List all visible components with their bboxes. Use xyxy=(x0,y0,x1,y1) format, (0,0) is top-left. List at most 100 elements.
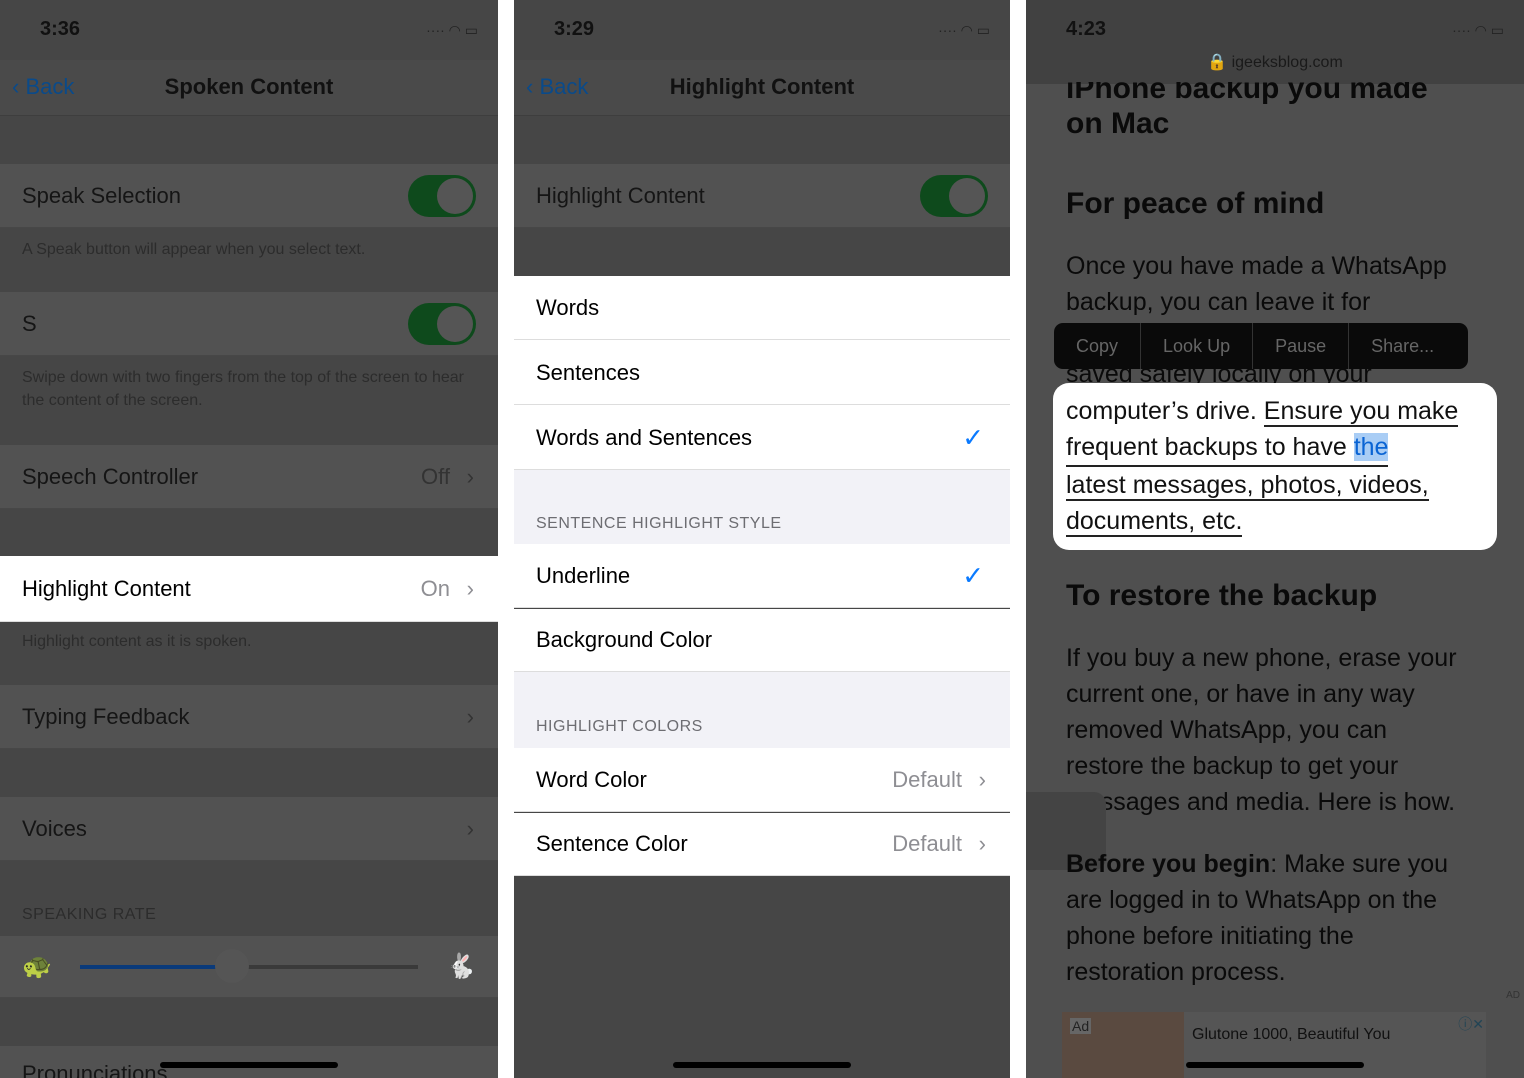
label: Highlight Content xyxy=(536,182,705,208)
menu-share[interactable]: Share... xyxy=(1349,323,1456,369)
line: current one, or have in any way xyxy=(1066,680,1415,708)
ad-label: AD xyxy=(1506,990,1520,1001)
status-time: 4:23 xyxy=(1066,18,1107,40)
ad-badge: Ad xyxy=(1070,1018,1092,1034)
status-icons: ···· ◠ ▭ xyxy=(426,22,478,38)
article-heading: iPhone backup you made xyxy=(1066,82,1428,104)
value: Off xyxy=(421,463,450,489)
article-heading: on Mac xyxy=(1066,107,1170,140)
label: Background Color xyxy=(536,627,713,652)
status-icons: ···· ◠ ▭ xyxy=(1452,22,1504,38)
speak-screen-toggle[interactable] xyxy=(408,302,476,345)
value: Default xyxy=(892,766,962,792)
page-title: Spoken Content xyxy=(164,74,334,99)
menu-look-up[interactable]: Look Up xyxy=(1141,323,1254,369)
url-bar[interactable]: 🔒 igeeksblog.com xyxy=(1026,52,1524,72)
highlighted-sentence: computer’s drive. Ensure you make freque… xyxy=(1053,383,1497,550)
page-title: Highlight Content xyxy=(669,74,855,99)
paragraph-line: Once you have made a WhatsApp xyxy=(1066,252,1447,280)
label: Typing Feedback xyxy=(22,703,190,729)
section-heading: For peace of mind xyxy=(1066,187,1325,220)
safari-article-screen: 4:23 ···· ◠ ▭ 🔒 igeeksblog.com iPhone ba… xyxy=(1026,0,1524,1078)
label: Underline xyxy=(536,562,631,588)
checkmark-icon: ✓ xyxy=(962,560,984,590)
row-word-color[interactable]: Word Color Default › xyxy=(514,748,1010,812)
underlined-text: documents, etc. xyxy=(1066,507,1243,537)
label: Speak Selection xyxy=(22,182,181,208)
line: restoration process. xyxy=(1066,958,1286,986)
line: are logged in to WhatsApp on the xyxy=(1066,886,1438,914)
status-time: 3:36 xyxy=(40,18,81,40)
text: computer’s drive. xyxy=(1066,397,1264,425)
footnote: A Speak button will appear when you sele… xyxy=(22,241,366,258)
line: phone before initiating the xyxy=(1066,922,1354,950)
underlined-text: Ensure you make xyxy=(1263,397,1459,427)
chevron-right-icon: › xyxy=(978,766,986,792)
row-speak-selection[interactable]: Speak Selection xyxy=(0,164,498,228)
chevron-right-icon: › xyxy=(466,463,474,489)
underlined-text: latest messages, photos, videos, xyxy=(1066,471,1429,501)
checkmark-icon: ✓ xyxy=(962,422,984,452)
line: messages and media. Here is how. xyxy=(1066,788,1456,816)
value: Default xyxy=(892,831,962,856)
current-word-highlight: the xyxy=(1353,433,1389,461)
label: Words and Sentences xyxy=(536,424,753,450)
paragraph-line: backup, you can leave it for xyxy=(1066,288,1371,316)
label: Sentence Color xyxy=(536,831,688,856)
option-sentences[interactable]: Sentences xyxy=(514,341,1010,405)
chevron-right-icon: › xyxy=(466,703,474,729)
footnote: Swipe down with two fingers from the top… xyxy=(22,369,465,409)
line: : Make sure you xyxy=(1270,850,1449,878)
menu-copy[interactable]: Copy xyxy=(1054,323,1142,369)
label: Speech Controller xyxy=(22,463,199,489)
row-typing-feedback[interactable]: Typing Feedback › xyxy=(0,685,498,749)
home-indicator xyxy=(1186,1062,1364,1068)
ad-banner[interactable]: Ad Glutone 1000, Beautiful You ⓘ✕ xyxy=(1062,1012,1486,1078)
section-header: SENTENCE HIGHLIGHT STYLE xyxy=(536,515,782,532)
row-highlight-content[interactable]: Highlight Content On › xyxy=(0,556,498,622)
section-heading: To restore the backup xyxy=(1066,579,1378,612)
slider-thumb[interactable] xyxy=(215,949,250,983)
home-indicator xyxy=(673,1062,851,1068)
chevron-right-icon: › xyxy=(978,831,986,856)
underlined-text: frequent backups to have xyxy=(1066,433,1354,461)
line: restore the backup to get your xyxy=(1066,752,1399,780)
status-icons: ···· ◠ ▭ xyxy=(938,22,990,38)
menu-pause[interactable]: Pause xyxy=(1253,323,1350,369)
row-speech-controller[interactable]: Speech Controller Off › xyxy=(0,445,498,509)
line: If you buy a new phone, erase your xyxy=(1066,644,1457,672)
row-speak-screen[interactable]: S xyxy=(0,292,498,356)
footnote: Highlight content as it is spoken. xyxy=(22,633,252,650)
label: S xyxy=(22,310,37,336)
style-underline[interactable]: Underline ✓ xyxy=(514,544,1010,608)
label: Pronunciations xyxy=(22,1061,168,1078)
edit-menu: Copy Look Up Pause Share... xyxy=(1054,323,1468,369)
row-voices[interactable]: Voices › xyxy=(0,797,498,861)
label: Highlight Content xyxy=(22,575,191,601)
option-words[interactable]: Words xyxy=(514,276,1010,340)
style-background-color[interactable]: Background Color xyxy=(514,609,1010,672)
ad-text: Glutone 1000, Beautiful You xyxy=(1192,1026,1391,1043)
hare-icon: 🐇 xyxy=(446,953,476,980)
chevron-right-icon: › xyxy=(466,575,474,601)
url: igeeksblog.com xyxy=(1231,54,1343,71)
row-highlight-toggle[interactable]: Highlight Content xyxy=(514,164,1010,228)
home-indicator xyxy=(160,1062,338,1068)
speak-selection-toggle[interactable] xyxy=(408,174,476,217)
bold-text: Before you begin xyxy=(1066,850,1271,878)
option-words-and-sentences[interactable]: Words and Sentences ✓ xyxy=(514,406,1010,470)
label: Words xyxy=(536,294,600,320)
highlight-content-screen: 3:29 ···· ◠ ▭ ‹ Back Highlight Content H… xyxy=(514,0,1010,1078)
highlight-content-toggle[interactable] xyxy=(920,174,988,217)
paragraph: If you buy a new phone, erase your curren… xyxy=(1066,640,1457,820)
chevron-right-icon: › xyxy=(466,815,474,841)
row-sentence-color[interactable]: Sentence Color Default › xyxy=(514,813,1010,876)
turtle-icon: 🐢 xyxy=(22,953,52,980)
section-header: SPEAKING RATE xyxy=(22,906,157,923)
speaking-rate-slider[interactable] xyxy=(80,949,418,983)
line: removed WhatsApp, you can xyxy=(1066,716,1387,744)
spoken-content-screen: 3:36 ···· ◠ ▭ ‹ Back Spoken Content Spea… xyxy=(0,0,498,1078)
status-time: 3:29 xyxy=(554,18,595,40)
ad-close-icon[interactable]: ⓘ✕ xyxy=(1458,1014,1484,1034)
section-header: HIGHLIGHT COLORS xyxy=(536,718,703,735)
